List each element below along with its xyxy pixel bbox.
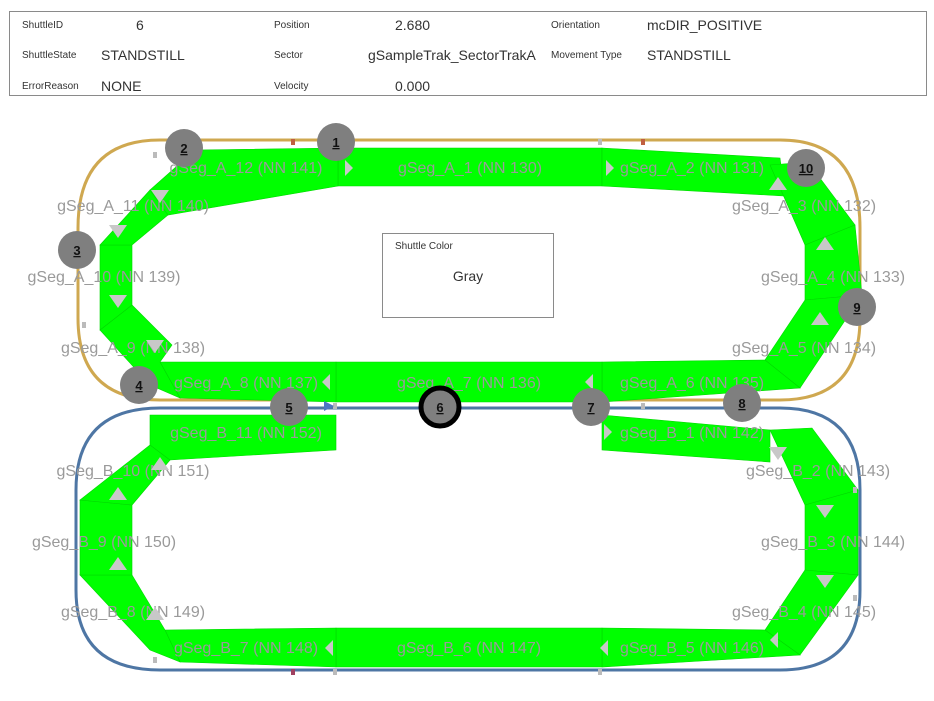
segment-label: gSeg_A_2 (NN 131) — [620, 160, 764, 177]
track-canvas: gSeg_A_1 (NN 130) gSeg_A_2 (NN 131) gSeg_A… — [28, 123, 905, 675]
segment-label: gSeg_B_10 (NN 151) — [57, 463, 210, 480]
segment-label: gSeg_A_4 (NN 133) — [761, 269, 905, 286]
shuttle-number: 2 — [180, 141, 187, 156]
shuttle-number: 8 — [738, 396, 745, 411]
shuttle-number: 9 — [853, 300, 860, 315]
shuttle-color-box: Shuttle Color Gray — [382, 233, 554, 318]
segment-label: gSeg_B_5 (NN 146) — [620, 640, 764, 657]
shuttle-7[interactable]: 7 — [572, 388, 610, 426]
shuttle-number: 7 — [587, 400, 594, 415]
shuttle-8[interactable]: 8 — [723, 384, 761, 422]
shuttle-color-label: Shuttle Color — [395, 241, 453, 252]
segment-label: gSeg_A_11 (NN 140) — [57, 198, 209, 215]
shuttle-number: 1 — [332, 135, 339, 150]
rail-tick — [853, 487, 857, 493]
segment-label: gSeg_A_10 (NN 139) — [28, 269, 181, 286]
rail-tick — [598, 669, 602, 675]
segment-label: gSeg_B_2 (NN 143) — [746, 463, 890, 480]
shuttle-color-value: Gray — [452, 268, 484, 284]
shuttle-number: 4 — [135, 378, 143, 393]
rail-tick — [291, 139, 295, 145]
segment-label: gSeg_A_3 (NN 132) — [732, 198, 876, 215]
shuttle-number: 10 — [799, 161, 813, 176]
segment-label: gSeg_B_8 (NN 149) — [61, 604, 205, 621]
rail-tick — [641, 403, 645, 409]
rail-tick — [333, 669, 337, 675]
shuttle-3[interactable]: 3 — [58, 231, 96, 269]
segment-label: gSeg_A_9 (NN 138) — [61, 340, 205, 357]
shuttle-4[interactable]: 4 — [120, 366, 158, 404]
rail-tick — [291, 669, 295, 675]
rail-tick — [153, 657, 157, 663]
shuttle-number: 3 — [73, 243, 80, 258]
rail-tick — [641, 139, 645, 145]
rail-tick — [853, 595, 857, 601]
track-segment-15[interactable] — [804, 489, 859, 576]
segment-label: gSeg_B_6 (NN 147) — [397, 640, 541, 657]
shuttle-1[interactable]: 1 — [317, 123, 355, 161]
segment-label: gSeg_A_5 (NN 134) — [732, 340, 876, 357]
shuttle-9[interactable]: 9 — [838, 288, 876, 326]
segment-label: gSeg_B_11 (NN 152) — [170, 425, 322, 442]
shuttle-10[interactable]: 10 — [787, 149, 825, 187]
segment-label: gSeg_A_7 (NN 136) — [397, 375, 541, 392]
rail-tick — [153, 152, 157, 158]
shuttle-6[interactable]: 6 — [418, 385, 462, 429]
segment-label: gSeg_A_8 (NN 137) — [174, 375, 318, 392]
segment-label: gSeg_B_1 (NN 142) — [620, 425, 764, 442]
shuttle-number: 5 — [285, 400, 292, 415]
segment-label: gSeg_B_4 (NN 145) — [732, 604, 876, 621]
shuttle-5[interactable]: 5 — [270, 388, 308, 426]
segment-label: gSeg_A_1 (NN 130) — [398, 160, 542, 177]
segment-label: gSeg_B_9 (NN 150) — [32, 534, 176, 551]
shuttle-2[interactable]: 2 — [165, 129, 203, 167]
rail-tick — [598, 139, 602, 145]
segment-label: gSeg_B_3 (NN 144) — [761, 534, 905, 551]
segment-label: gSeg_B_7 (NN 148) — [174, 640, 318, 657]
rail-tick — [82, 322, 86, 328]
shuttle-number: 6 — [436, 400, 443, 415]
